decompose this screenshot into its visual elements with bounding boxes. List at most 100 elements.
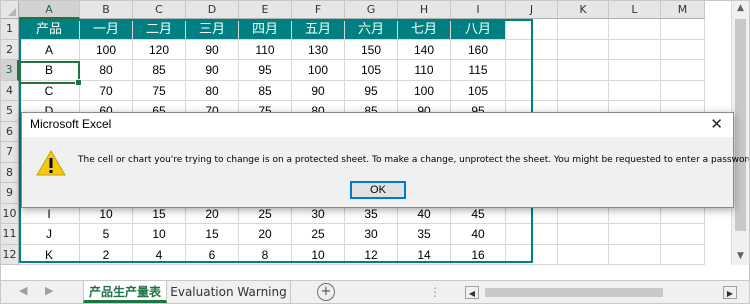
table-header-cell[interactable]: 四月 [239,19,292,40]
table-cell[interactable]: 5 [80,224,133,245]
row-header[interactable]: 9 [1,183,19,204]
empty-cell[interactable] [558,39,609,60]
column-header[interactable]: H [398,1,451,19]
table-header-cell[interactable]: 六月 [345,19,398,40]
table-cell[interactable]: 150 [345,39,398,60]
table-cell[interactable]: 20 [239,224,292,245]
empty-cell[interactable] [506,19,558,40]
table-header-cell[interactable]: 七月 [398,19,451,40]
column-header[interactable]: M [661,1,705,19]
vertical-scroll-thumb[interactable] [735,19,746,231]
table-cell[interactable]: A [19,39,80,60]
table-cell[interactable]: 35 [398,224,451,245]
row-header[interactable]: 1 [1,19,19,40]
table-cell[interactable]: 70 [80,80,133,101]
empty-cell[interactable] [506,39,558,60]
empty-cell[interactable] [506,244,558,265]
table-cell[interactable]: 40 [451,224,506,245]
column-header[interactable]: F [292,1,345,19]
table-cell[interactable]: 15 [186,224,239,245]
row-header[interactable]: 10 [1,203,19,224]
row-header[interactable]: 7 [1,142,19,163]
empty-cell[interactable] [661,244,705,265]
empty-cell[interactable] [661,80,705,101]
scroll-right-arrow-icon[interactable]: ▶ [723,286,737,299]
table-header-cell[interactable]: 产品 [19,19,80,40]
tab-scroll-left-icon[interactable]: ◀ [19,284,27,297]
column-header[interactable]: L [609,1,661,19]
horizontal-scrollbar[interactable]: ◀ ▶ [463,285,739,300]
table-cell[interactable]: 75 [133,80,186,101]
table-header-cell[interactable]: 五月 [292,19,345,40]
column-header[interactable]: K [558,1,609,19]
select-all-corner[interactable] [1,1,19,19]
row-header[interactable]: 6 [1,121,19,142]
table-cell[interactable]: 90 [186,60,239,81]
table-cell[interactable]: 95 [345,80,398,101]
empty-cell[interactable] [506,60,558,81]
column-header[interactable]: E [239,1,292,19]
row-header[interactable]: 12 [1,244,19,265]
table-cell[interactable]: 110 [398,60,451,81]
add-sheet-button[interactable]: + [317,283,335,301]
table-cell[interactable]: 12 [345,244,398,265]
empty-cell[interactable] [609,244,661,265]
row-header[interactable]: 8 [1,162,19,183]
table-header-cell[interactable]: 一月 [80,19,133,40]
empty-cell[interactable] [661,60,705,81]
ok-button[interactable]: OK [350,181,406,199]
empty-cell[interactable] [506,224,558,245]
tab-split-handle-icon[interactable]: ⋮ [429,285,441,299]
table-cell[interactable]: 2 [80,244,133,265]
column-header[interactable]: G [345,1,398,19]
table-cell[interactable]: 110 [239,39,292,60]
table-cell[interactable]: 30 [345,224,398,245]
empty-cell[interactable] [506,80,558,101]
scroll-up-arrow-icon[interactable]: ▲ [732,3,749,13]
table-cell[interactable]: 85 [133,60,186,81]
table-cell[interactable]: 160 [451,39,506,60]
horizontal-scroll-thumb[interactable] [485,288,663,297]
tab-active-sheet[interactable]: 产品生产量表 [83,281,167,303]
table-cell[interactable]: 100 [292,60,345,81]
row-header[interactable]: 5 [1,101,19,122]
empty-cell[interactable] [558,80,609,101]
empty-cell[interactable] [609,39,661,60]
scroll-left-arrow-icon[interactable]: ◀ [465,286,479,299]
tab-evaluation-warning[interactable]: Evaluation Warning [167,281,291,303]
table-cell[interactable]: C [19,80,80,101]
table-cell[interactable]: 105 [345,60,398,81]
empty-cell[interactable] [609,80,661,101]
table-cell[interactable]: 90 [292,80,345,101]
empty-cell[interactable] [661,39,705,60]
table-cell[interactable]: 95 [239,60,292,81]
empty-cell[interactable] [661,224,705,245]
table-cell[interactable]: 140 [398,39,451,60]
table-cell[interactable]: K [19,244,80,265]
table-cell[interactable]: 10 [133,224,186,245]
empty-cell[interactable] [558,224,609,245]
table-header-cell[interactable]: 三月 [186,19,239,40]
close-icon[interactable]: ✕ [710,115,723,133]
column-header[interactable]: I [451,1,506,19]
empty-cell[interactable] [558,244,609,265]
scroll-down-arrow-icon[interactable]: ▼ [732,251,749,261]
table-cell[interactable]: 6 [186,244,239,265]
row-header[interactable]: 11 [1,224,19,245]
table-cell[interactable]: 80 [80,60,133,81]
empty-cell[interactable] [609,224,661,245]
row-header[interactable]: 3 [1,60,19,81]
row-header[interactable]: 2 [1,39,19,60]
table-cell[interactable]: 8 [239,244,292,265]
table-header-cell[interactable]: 八月 [451,19,506,40]
table-cell[interactable]: 115 [451,60,506,81]
table-cell[interactable]: 130 [292,39,345,60]
table-cell[interactable]: 85 [239,80,292,101]
table-cell[interactable]: J [19,224,80,245]
column-header[interactable]: B [80,1,133,19]
tab-scroll-right-icon[interactable]: ▶ [45,284,53,297]
empty-cell[interactable] [609,60,661,81]
table-cell[interactable]: B [19,60,80,81]
column-header[interactable]: D [186,1,239,19]
table-cell[interactable]: 120 [133,39,186,60]
